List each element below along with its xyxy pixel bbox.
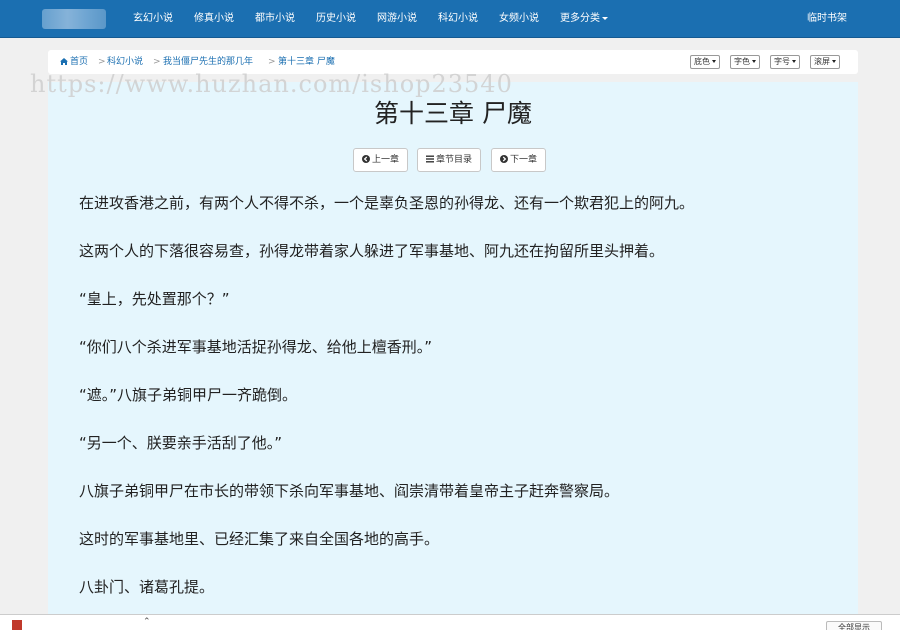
chapter-paragraph: 在进攻香港之前，有两个人不得不杀，一个是辜负圣恩的孙得龙、还有一个欺君犯上的阿九… [79, 194, 695, 212]
chapter-paragraph: “另一个、朕要亲手活刮了他。” [79, 434, 283, 452]
dropdown-arrow-icon [832, 60, 836, 63]
bg-color-select-label: 底色 [694, 57, 710, 66]
next-chapter-label: 下一章 [510, 155, 538, 165]
toc-label: 章节目录 [436, 155, 473, 165]
chevron-down-icon [602, 16, 608, 20]
chapter-title: 第十三章 尸魔 [374, 99, 532, 128]
nav-bookshelf[interactable]: 临时书架 [807, 0, 847, 38]
nav-item-wangyou[interactable]: 网游小说 [377, 0, 417, 38]
nav-item-nvpin[interactable]: 女频小说 [499, 0, 539, 38]
arrow-right-circle-icon [500, 155, 508, 163]
nav-item-xiuzhen[interactable]: 修真小说 [194, 0, 234, 38]
prev-chapter-label: 上一章 [372, 155, 400, 165]
next-chapter-button[interactable]: 下一章 [491, 148, 547, 172]
chapter-paragraph: 这时的军事基地里、已经汇集了来自全国各地的高手。 [79, 530, 440, 548]
prev-chapter-button[interactable]: 上一章 [353, 148, 409, 172]
download-bar: ⌃ 全部显示 [0, 614, 900, 630]
toc-button[interactable]: 章节目录 [417, 148, 482, 172]
home-icon [60, 58, 68, 65]
dropdown-arrow-icon [792, 60, 796, 63]
chapter-paragraph: “你们八个杀进军事基地活捉孙得龙、给他上檀香刑。” [79, 338, 433, 356]
font-color-select-label: 字色 [734, 57, 750, 66]
site-logo[interactable] [42, 9, 106, 29]
watermark: https://www.huzhan.com/ishop23540 [30, 70, 513, 98]
arrow-left-circle-icon [362, 155, 370, 163]
nav-item-kehuan[interactable]: 科幻小说 [438, 0, 478, 38]
bg-color-select[interactable]: 底色 [690, 55, 720, 69]
font-color-select[interactable]: 字色 [730, 55, 760, 69]
top-navbar: 玄幻小说 修真小说 都市小说 历史小说 网游小说 科幻小说 女频小说 更多分类 … [0, 0, 900, 38]
chapter-paragraph: 这两个人的下落很容易查，孙得龙带着家人躲进了军事基地、阿九还在拘留所里头押着。 [79, 242, 665, 260]
font-size-select[interactable]: 字号 [770, 55, 800, 69]
font-size-select-label: 字号 [774, 57, 790, 66]
autoscroll-select[interactable]: 滚屏 [810, 55, 840, 69]
nav-item-xuanhuan[interactable]: 玄幻小说 [133, 0, 173, 38]
chapter-paragraph: “皇上，先处置那个？” [79, 290, 230, 308]
dropdown-arrow-icon [712, 60, 716, 63]
nav-item-more[interactable]: 更多分类 [560, 0, 608, 38]
chapter-paragraph: 八卦门、诸葛孔提。 [79, 578, 215, 596]
breadcrumb-home-label: 首页 [70, 57, 89, 67]
chevron-up-icon[interactable]: ⌃ [143, 617, 151, 627]
nav-item-lishi[interactable]: 历史小说 [316, 0, 356, 38]
show-all-button[interactable]: 全部显示 [826, 621, 882, 630]
file-icon [12, 620, 22, 630]
dropdown-arrow-icon [752, 60, 756, 63]
autoscroll-select-label: 滚屏 [814, 57, 830, 66]
nav-more-label: 更多分类 [560, 13, 600, 24]
list-icon [426, 155, 434, 163]
chapter-paragraph: “遮。”八旗子弟铜甲尸一齐跪倒。 [79, 386, 298, 404]
chapter-reader: 第十三章 尸魔 上一章 章节目录 下一章 在进攻香港之前，有两个人不得不杀，一个… [48, 82, 858, 630]
chapter-paragraph: 八旗子弟铜甲尸在市长的带领下杀向军事基地、阎崇清带着皇帝主子赶奔警察局。 [79, 482, 620, 500]
nav-item-dushi[interactable]: 都市小说 [255, 0, 295, 38]
